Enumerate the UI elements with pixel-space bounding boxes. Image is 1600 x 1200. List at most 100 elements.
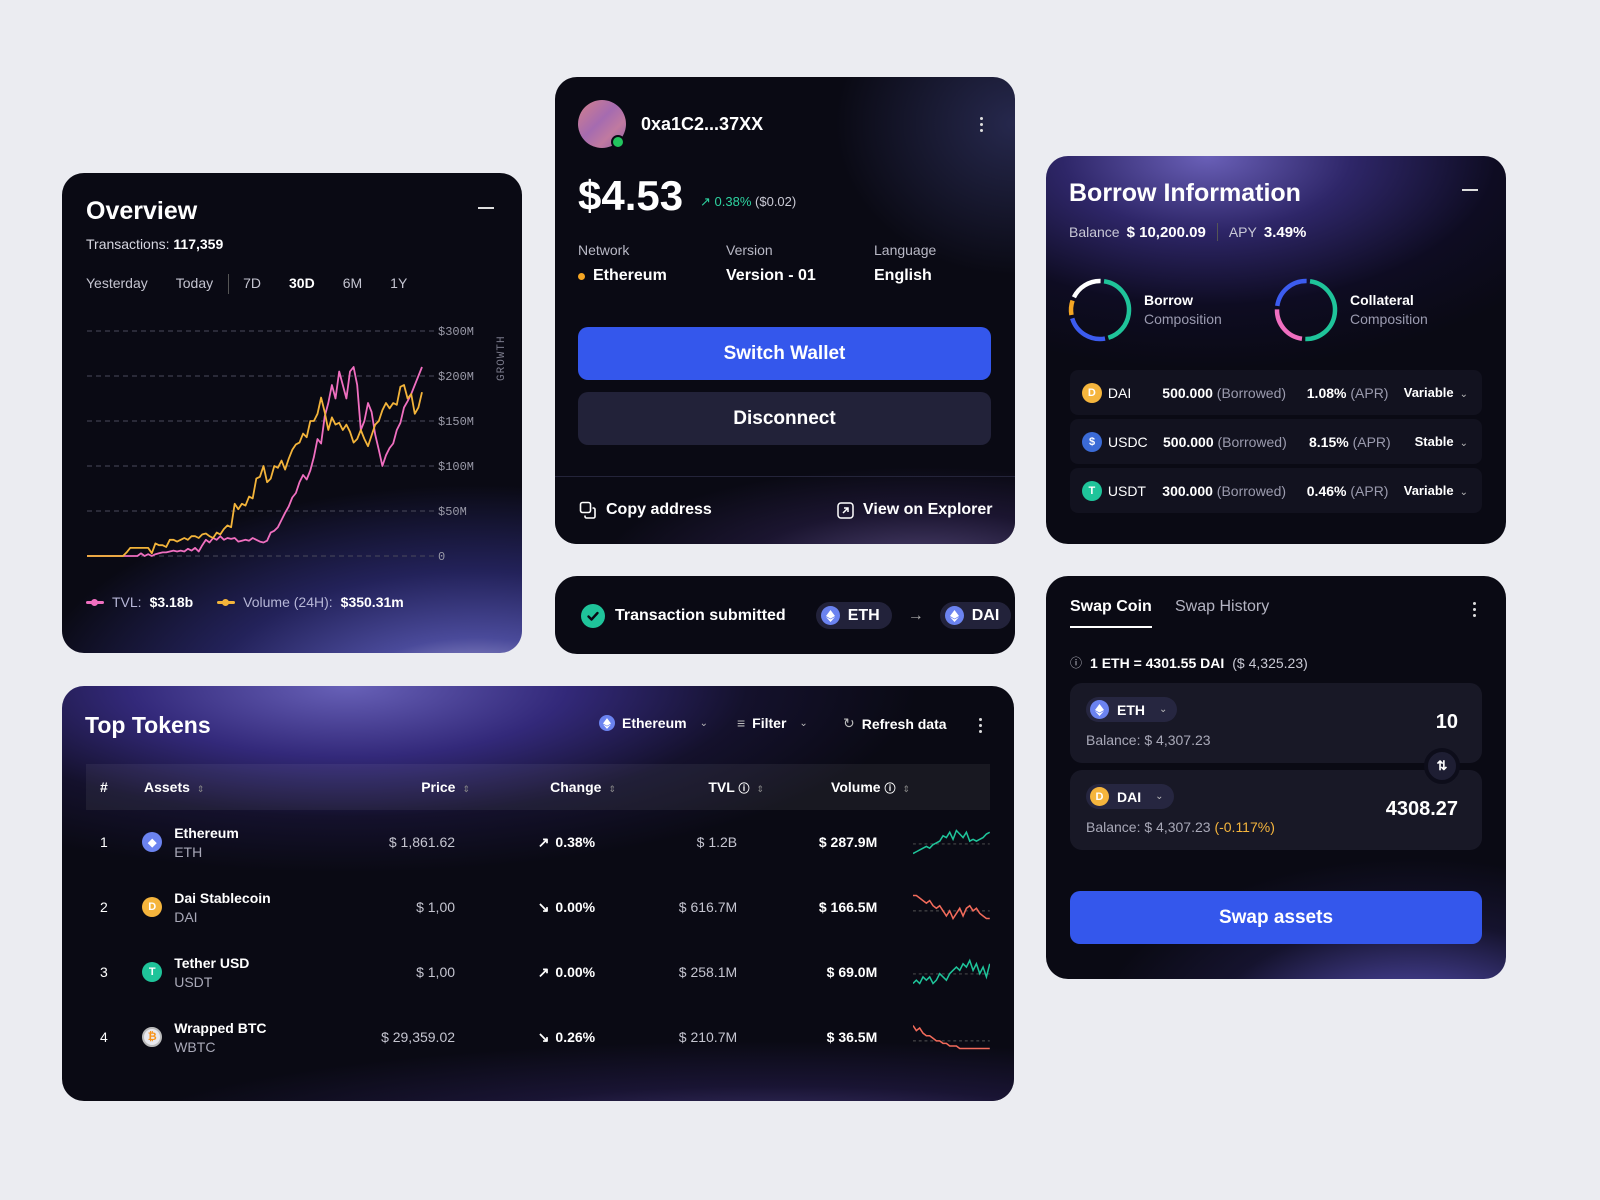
switch-wallet-button[interactable]: Switch Wallet	[578, 327, 991, 380]
to-amount-input[interactable]: 4308.27	[1386, 798, 1458, 821]
range-yesterday[interactable]: Yesterday	[86, 275, 148, 294]
range-1y[interactable]: 1Y	[390, 275, 407, 294]
apr-value: 1.08%	[1306, 384, 1347, 401]
apy-value: 3.49%	[1263, 223, 1307, 241]
apr-value: 8.15%	[1309, 433, 1349, 450]
borrow-amount: 500.000	[1162, 384, 1213, 401]
more-options-icon[interactable]	[978, 718, 982, 734]
row-tvl: $ 210.7M	[678, 1029, 738, 1045]
range-6m[interactable]: 6M	[343, 275, 362, 294]
range-today[interactable]: Today	[176, 275, 213, 294]
y-axis-label: GROWTH	[496, 335, 508, 381]
tab-swap-coin[interactable]: Swap Coin	[1070, 598, 1152, 628]
transactions-value: 117,359	[173, 236, 224, 252]
borrow-comp-sub: Composition	[1144, 311, 1222, 327]
row-asset: ◆ Ethereum ETH	[142, 825, 334, 860]
y-tick-label: $300M	[438, 325, 474, 339]
rate-type-dropdown[interactable]: Variable ⌄	[1404, 385, 1482, 400]
info-icon: ⓘ	[884, 782, 896, 795]
wallet-card: 0xa1C2...37XX $4.53 ↗ 0.38% ($0.02) Netw…	[555, 77, 1015, 544]
transactions-label: Transactions:	[86, 236, 170, 252]
amount-note: (Borrowed)	[1216, 482, 1287, 499]
minimize-icon[interactable]	[1462, 189, 1478, 191]
trend-down-icon: ↘	[537, 1028, 550, 1045]
table-row[interactable]: 3 T Tether USD USDT $ 1,00 ↗ 0.00% $ 258.1…	[86, 940, 990, 1004]
borrow-title: Borrow Information	[1069, 179, 1301, 207]
legend-volume-label: Volume (24H):	[243, 594, 333, 610]
asset-symbol: USDT	[1107, 482, 1146, 499]
borrow-composition-donut	[1068, 278, 1132, 342]
chevron-down-icon: ⌄	[1459, 389, 1468, 400]
trend-up-icon: ↗	[537, 963, 550, 980]
change-value: 0.00%	[555, 898, 596, 915]
swap-assets-button[interactable]: Swap assets	[1070, 891, 1482, 944]
minimize-icon[interactable]	[478, 207, 494, 209]
col-rank: #	[100, 779, 108, 795]
amount-note: (Borrowed)	[1217, 433, 1287, 450]
more-options-icon[interactable]	[979, 117, 983, 133]
network-dropdown[interactable]: Ethereum ⌄	[599, 715, 708, 731]
from-token-select[interactable]: ETH ⌄	[1086, 697, 1178, 722]
table-row[interactable]: 1 ◆ Ethereum ETH $ 1,861.62 ↗ 0.38% $ 1.2B…	[86, 810, 990, 874]
info-icon: ⓘ	[738, 782, 750, 795]
col-change[interactable]: Change ⇕	[470, 779, 616, 795]
from-token-chip: ETH	[815, 602, 892, 629]
disconnect-button[interactable]: Disconnect	[578, 392, 991, 445]
view-explorer-link[interactable]: View on Explorer	[837, 501, 993, 519]
col-tvl[interactable]: TVL ⓘ ⇕	[616, 779, 764, 796]
language-value: English	[874, 267, 932, 284]
network-info: Network Ethereum	[578, 242, 667, 285]
collateral-comp-title: Collateral	[1350, 292, 1414, 308]
asset-symbol: DAI	[1107, 384, 1132, 401]
col-price-label: Price	[421, 779, 456, 795]
chevron-down-icon: ⌄	[1155, 791, 1164, 802]
balance-label: Balance	[1069, 224, 1120, 240]
to-token-select[interactable]: D DAI ⌄	[1086, 784, 1174, 809]
borrow-composition-label: Borrow Composition	[1144, 292, 1222, 327]
table-header: # Assets ⇕ Price ⇕ Change ⇕ TVL ⓘ ⇕ Volume ⓘ…	[86, 764, 990, 810]
range-tabs: Yesterday Today 7D 30D 6M 1Y	[86, 274, 435, 294]
collateral-composition-donut	[1274, 278, 1338, 342]
y-tick-label: $200M	[438, 370, 474, 384]
trend-up-icon: ↗	[700, 194, 711, 209]
usdt-icon: T	[1081, 480, 1102, 501]
ethereum-icon	[944, 606, 964, 625]
borrow-amount: 300.000	[1162, 482, 1213, 499]
sparkline	[913, 894, 990, 921]
filter-dropdown[interactable]: ≡ Filter ⌄	[737, 715, 808, 731]
range-30d[interactable]: 30D	[289, 275, 315, 294]
filter-icon: ≡	[737, 715, 746, 731]
amount-note: (Borrowed)	[1216, 384, 1287, 401]
rate-type-dropdown[interactable]: Stable ⌄	[1407, 434, 1482, 449]
collateral-composition-label: Collateral Composition	[1350, 292, 1428, 327]
copy-address-link[interactable]: Copy address	[579, 501, 712, 519]
donut-segment	[1068, 278, 1132, 342]
growth-chart: 0 $50M $100M $150M $200M $300M GROWTH	[87, 325, 508, 564]
col-assets[interactable]: Assets ⇕	[144, 779, 344, 795]
sort-icon: ⇕	[902, 783, 910, 794]
row-change: ↘ 0.26%	[455, 1029, 595, 1046]
table-row[interactable]: 2 D Dai Stablecoin DAI $ 1,00 ↘ 0.00% $ 61…	[86, 875, 990, 939]
divider	[555, 476, 1015, 477]
apy-label: APY	[1228, 224, 1257, 240]
copy-icon	[579, 501, 596, 519]
swap-card: Swap Coin Swap History ⓘ 1 ETH = 4301.55…	[1046, 576, 1506, 979]
borrow-row: $ USDC 500.000 (Borrowed) 8.15% (APR) St…	[1070, 419, 1482, 464]
tab-swap-history[interactable]: Swap History	[1175, 598, 1269, 626]
change-usd: ($0.02)	[755, 194, 797, 209]
range-7d[interactable]: 7D	[243, 275, 261, 294]
from-amount-input[interactable]: 10	[1436, 711, 1458, 734]
dai-icon: D	[142, 897, 163, 917]
check-circle-icon	[581, 603, 605, 628]
col-price[interactable]: Price ⇕	[344, 779, 470, 795]
footer-glow	[555, 434, 1015, 544]
swap-direction-button[interactable]: ⇅	[1424, 748, 1460, 784]
rate-type-dropdown[interactable]: Variable ⌄	[1404, 483, 1482, 498]
ethereum-icon	[599, 715, 615, 731]
col-volume[interactable]: Volume ⓘ ⇕	[764, 779, 910, 796]
table-row[interactable]: 4 ₿ Wrapped BTC WBTC $ 29,359.02 ↘ 0.26% $…	[86, 1005, 990, 1069]
arrow-right-icon: →	[907, 606, 924, 624]
balance-value: $ 10,200.09	[1126, 223, 1206, 241]
more-options-icon[interactable]	[1472, 602, 1476, 618]
refresh-data-button[interactable]: ↻ Refresh data	[843, 715, 947, 732]
